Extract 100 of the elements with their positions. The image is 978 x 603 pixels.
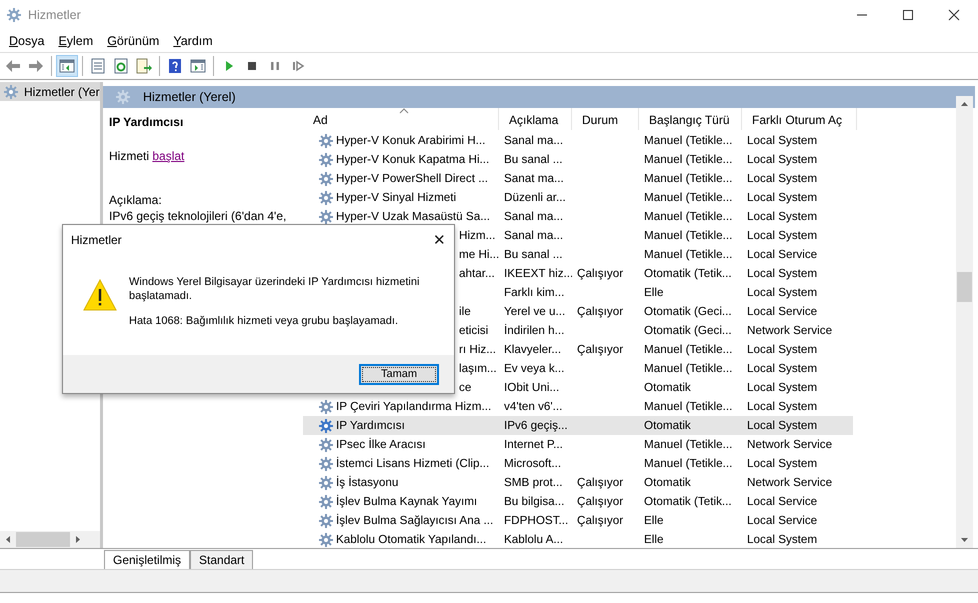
tree-item[interactable]: Hizmetler (Yer [0, 82, 100, 101]
table-cell: Klavyeler... [504, 343, 562, 356]
table-cell: Local System [747, 343, 818, 356]
gear-icon [318, 512, 334, 528]
ok-button[interactable]: Tamam [359, 364, 439, 384]
table-cell: Hyper-V PowerShell Direct ... [336, 172, 488, 185]
help-icon [167, 58, 183, 74]
gear-icon [318, 190, 334, 206]
table-row[interactable]: Hyper-V Konuk Arabirimi H... Sanal ma... Manuel (Tetikle... Local System [303, 131, 956, 150]
column-header[interactable]: Başlangıç Türü [639, 108, 742, 130]
view-tab[interactable]: Genişletilmiş [104, 550, 190, 569]
scrollbar[interactable] [0, 531, 100, 548]
action-label: Hizmeti [109, 149, 150, 163]
close-button[interactable]: ✕ [433, 231, 446, 249]
tree-button[interactable] [56, 55, 78, 77]
table-cell: Yerel ve u... [504, 305, 566, 318]
table-cell: Manuel (Tetikle... [644, 229, 732, 242]
table-cell: Local System [747, 362, 818, 375]
table-row[interactable]: IPsec İlke Aracısı Internet P... Manuel (Tetikle... Network Service [303, 435, 956, 454]
table-cell: Local System [747, 381, 818, 394]
table-cell: Sanat ma... [504, 172, 564, 185]
column-header[interactable]: Farklı Oturum Aç [742, 108, 857, 130]
start-link[interactable]: başlat [152, 149, 184, 163]
table-cell: Local Service [747, 248, 818, 261]
table-cell: IKEEXT hiz... [504, 267, 572, 280]
scrollbar[interactable] [956, 96, 973, 548]
table-cell: Local System [747, 210, 818, 223]
menu-item[interactable]: Yardım [173, 34, 213, 48]
table-cell: Local Service [747, 514, 818, 527]
table-cell: Manuel (Tetikle... [644, 134, 732, 147]
table-cell: Local System [747, 419, 818, 432]
table-cell: eticisi [459, 324, 488, 337]
gear-icon [6, 7, 22, 23]
table-cell: Manuel (Tetikle... [644, 362, 732, 375]
table-row[interactable]: Hyper-V PowerShell Direct ... Sanat ma... Manuel (Tetikle... Local System [303, 169, 956, 188]
gear-icon [318, 474, 334, 490]
table-cell: Farklı kim... [504, 286, 564, 299]
table-cell: Local System [747, 153, 818, 166]
table-cell: İşlev Bulma Sağlayıcısı Ana ... [336, 514, 494, 527]
column-header[interactable]: Durum [572, 108, 639, 130]
table-cell: Sanal ma... [504, 210, 564, 223]
table-cell: Manuel (Tetikle... [644, 153, 732, 166]
table-row[interactable]: İşlev Bulma Kaynak Yayımı Bu bilgisa... Çalışıyor Otomatik (Tetik... Local Service [303, 492, 956, 511]
table-cell: Manuel (Tetikle... [644, 343, 732, 356]
table-cell: Çalışıyor [577, 305, 624, 318]
scroll-thumb[interactable] [957, 272, 972, 302]
table-cell: Kablolu Otomatik Yapılandı... [336, 533, 486, 546]
column-header[interactable]: Açıklama [499, 108, 572, 130]
table-cell: Local System [747, 533, 818, 546]
table-cell: Düzenli ar... [504, 191, 566, 204]
table-cell: Microsoft... [504, 457, 562, 470]
sort-caret-icon [399, 108, 409, 114]
menu-item[interactable]: Dosya [9, 34, 44, 48]
table-row[interactable]: Hyper-V Sinyal Hizmeti Düzenli ar... Manuel (Tetikle... Local System [303, 188, 956, 207]
table-cell: Sanal ma... [504, 229, 564, 242]
table-cell: Çalışıyor [577, 476, 624, 489]
table-cell: ile [459, 305, 471, 318]
table-row[interactable]: Kablolu Otomatik Yapılandı... Kablolu A... Elle Local System [303, 530, 956, 548]
dialog-title: Hizmetler [71, 233, 122, 247]
gear-icon [318, 170, 334, 186]
table-cell: Network Service [747, 438, 832, 451]
table-cell: Manuel (Tetikle... [644, 248, 732, 261]
scroll-thumb[interactable] [16, 532, 70, 547]
table-cell: Local System [747, 457, 818, 470]
gear-icon [318, 132, 334, 148]
gear-icon [318, 456, 334, 472]
view-tab[interactable]: Standart [190, 550, 254, 569]
table-cell: Bu sanal ... [504, 248, 562, 261]
table-cell: Local Service [747, 495, 818, 508]
table-row[interactable]: İşlev Bulma Sağlayıcısı Ana ... FDPHOST... Çalışıyor Elle Local Service [303, 511, 956, 530]
table-row[interactable]: İstemci Lisans Hizmeti (Clip... Microsoft... Manuel (Tetikle... Local System [303, 454, 956, 473]
table-cell: Hyper-V Konuk Kapatma Hi... [336, 153, 490, 166]
table-cell: Local System [747, 400, 818, 413]
table-row[interactable]: Hyper-V Uzak Masaüstü Sa... Sanal ma... Manuel (Tetikle... Local System [303, 207, 956, 226]
table-cell: Sanal ma... [504, 134, 564, 147]
menu-item[interactable]: Eylem [58, 34, 94, 48]
maximize-icon[interactable] [902, 9, 914, 21]
table-cell: Local System [747, 267, 818, 280]
table-cell: Hyper-V Uzak Masaüstü Sa... [336, 210, 490, 223]
window-title: Hizmetler [28, 8, 81, 22]
table-cell: Manuel (Tetikle... [644, 172, 732, 185]
table-cell: Çalışıyor [577, 267, 624, 280]
table-cell: Manuel (Tetikle... [644, 210, 732, 223]
gear-icon [318, 494, 334, 510]
menu-item[interactable]: Görünüm [107, 34, 160, 48]
column-header[interactable]: Ad [303, 108, 499, 130]
table-cell: Çalışıyor [577, 495, 624, 508]
table-cell: Otomatik [644, 381, 691, 394]
table-row[interactable]: IP Çeviri Yapılandırma Hizm... v4'ten v6'... Manuel (Tetikle... Local System [303, 397, 956, 416]
table-cell: Otomatik [644, 476, 691, 489]
close-icon[interactable] [948, 9, 960, 21]
table-row[interactable]: IP Yardımcısı IPv6 geçiş... Otomatik Local System [303, 416, 853, 435]
gear-icon [318, 436, 334, 452]
table-row[interactable]: Hyper-V Konuk Kapatma Hi... Bu sanal ... Manuel (Tetikle... Local System [303, 150, 956, 169]
gear-icon [115, 89, 131, 105]
gear-icon [3, 84, 19, 100]
window-pane-icon [59, 58, 75, 74]
table-cell: me Hi... [459, 248, 499, 261]
table-row[interactable]: İş İstasyonu SMB prot... Çalışıyor Otomatik Network Service [303, 473, 956, 492]
table-cell: Network Service [747, 476, 832, 489]
